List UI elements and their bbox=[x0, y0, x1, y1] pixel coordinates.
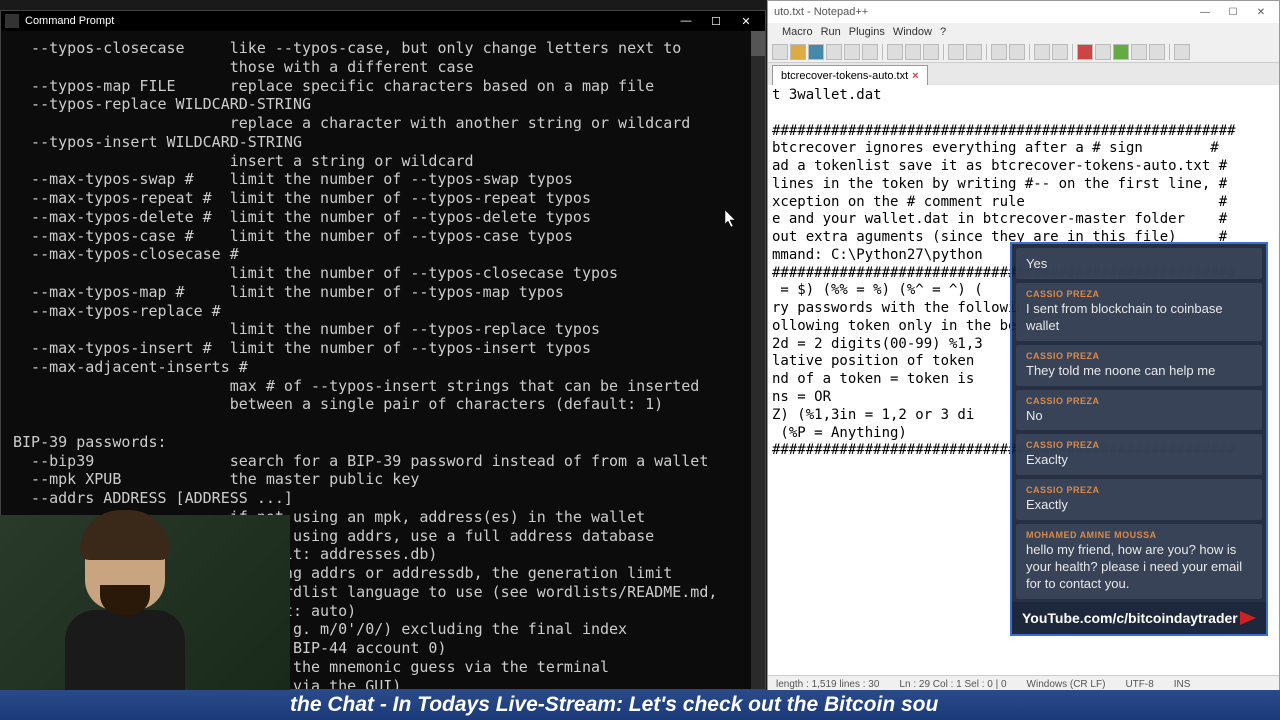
npp-title: uto.txt - Notepad++ bbox=[774, 6, 1193, 18]
chat-message: CASSIO PREZA They told me noone can help… bbox=[1016, 345, 1262, 386]
cmd-titlebar[interactable]: Command Prompt — ☐ ✕ bbox=[1, 11, 765, 31]
menu-run[interactable]: Run bbox=[821, 26, 841, 38]
close-button[interactable]: ✕ bbox=[731, 11, 761, 31]
menu-macro[interactable]: Macro bbox=[782, 26, 813, 38]
cmd-title: Command Prompt bbox=[25, 15, 671, 27]
new-file-icon[interactable] bbox=[772, 44, 788, 60]
chat-message: CASSIO PREZA Exaclty bbox=[1016, 434, 1262, 475]
npp-maximize-button[interactable]: ☐ bbox=[1221, 4, 1245, 20]
chat-message: MOHAMED AMINE MOUSSA hello my friend, ho… bbox=[1016, 524, 1262, 599]
chat-text: No bbox=[1026, 408, 1252, 425]
cmd-window-controls: — ☐ ✕ bbox=[671, 11, 761, 31]
chat-message: CASSIO PREZA Exactly bbox=[1016, 479, 1262, 520]
ticker-text: the Chat - In Todays Live-Stream: Let's … bbox=[290, 693, 938, 717]
save-all-icon[interactable] bbox=[826, 44, 842, 60]
chat-text: hello my friend, how are you? how is you… bbox=[1026, 542, 1252, 593]
tab-label: btcrecover-tokens-auto.txt bbox=[781, 70, 908, 82]
mouse-cursor-icon bbox=[725, 210, 737, 228]
status-encoding: Windows (CR LF) bbox=[1027, 679, 1106, 690]
chat-overlay: Yes CASSIO PREZA I sent from blockchain … bbox=[1010, 242, 1268, 636]
stop-macro-icon[interactable] bbox=[1095, 44, 1111, 60]
status-charset: UTF-8 bbox=[1125, 679, 1153, 690]
menu-plugins[interactable]: Plugins bbox=[849, 26, 885, 38]
status-mode: INS bbox=[1174, 679, 1191, 690]
toolbar-icon[interactable] bbox=[1174, 44, 1190, 60]
chat-author: CASSIO PREZA bbox=[1026, 440, 1252, 450]
webcam-person bbox=[60, 520, 190, 690]
chat-author: MOHAMED AMINE MOUSSA bbox=[1026, 530, 1252, 540]
maximize-button[interactable]: ☐ bbox=[701, 11, 731, 31]
find-icon[interactable] bbox=[991, 44, 1007, 60]
npp-titlebar[interactable]: uto.txt - Notepad++ — ☐ ✕ bbox=[768, 1, 1279, 23]
chat-author: CASSIO PREZA bbox=[1026, 396, 1252, 406]
minimize-button[interactable]: — bbox=[671, 11, 701, 31]
zoom-out-icon[interactable] bbox=[1052, 44, 1068, 60]
arrow-right-icon bbox=[1240, 611, 1256, 625]
chat-author: CASSIO PREZA bbox=[1026, 351, 1252, 361]
webcam-feed bbox=[0, 515, 290, 690]
undo-icon[interactable] bbox=[948, 44, 964, 60]
menu-help[interactable]: ? bbox=[940, 26, 946, 38]
close-file-icon[interactable] bbox=[844, 44, 860, 60]
cmd-scrollbar[interactable] bbox=[751, 31, 765, 689]
status-length: length : 1,519 lines : 30 bbox=[776, 679, 879, 690]
chat-message: CASSIO PREZA I sent from blockchain to c… bbox=[1016, 283, 1262, 341]
zoom-in-icon[interactable] bbox=[1034, 44, 1050, 60]
youtube-link[interactable]: YouTube.com/c/bitcoindaytrader bbox=[1022, 610, 1238, 626]
replace-icon[interactable] bbox=[1009, 44, 1025, 60]
copy-icon[interactable] bbox=[905, 44, 921, 60]
chat-text: Exaclty bbox=[1026, 452, 1252, 469]
save-macro-icon[interactable] bbox=[1149, 44, 1165, 60]
cmd-scroll-thumb[interactable] bbox=[751, 31, 765, 56]
file-tab[interactable]: btcrecover-tokens-auto.txt × bbox=[772, 65, 928, 85]
chat-author: CASSIO PREZA bbox=[1026, 485, 1252, 495]
record-macro-icon[interactable] bbox=[1077, 44, 1093, 60]
play-macro-icon[interactable] bbox=[1113, 44, 1129, 60]
chat-footer: YouTube.com/c/bitcoindaytrader bbox=[1012, 602, 1266, 634]
npp-minimize-button[interactable]: — bbox=[1193, 4, 1217, 20]
chat-text: I sent from blockchain to coinbase walle… bbox=[1026, 301, 1252, 335]
npp-close-button[interactable]: ✕ bbox=[1249, 4, 1273, 20]
npp-menubar: Macro Run Plugins Window ? bbox=[768, 23, 1279, 41]
redo-icon[interactable] bbox=[966, 44, 982, 60]
playback-icon[interactable] bbox=[1131, 44, 1147, 60]
chat-text: Exactly bbox=[1026, 497, 1252, 514]
npp-toolbar bbox=[768, 41, 1279, 63]
print-icon[interactable] bbox=[862, 44, 878, 60]
chat-text: They told me noone can help me bbox=[1026, 363, 1252, 380]
status-position: Ln : 29 Col : 1 Sel : 0 | 0 bbox=[899, 679, 1006, 690]
news-ticker: the Chat - In Todays Live-Stream: Let's … bbox=[0, 690, 1280, 720]
save-icon[interactable] bbox=[808, 44, 824, 60]
chat-message: CASSIO PREZA No bbox=[1016, 390, 1262, 431]
chat-text: Yes bbox=[1026, 256, 1252, 273]
npp-tabbar: btcrecover-tokens-auto.txt × bbox=[768, 63, 1279, 85]
open-file-icon[interactable] bbox=[790, 44, 806, 60]
chat-author: CASSIO PREZA bbox=[1026, 289, 1252, 299]
paste-icon[interactable] bbox=[923, 44, 939, 60]
tab-close-icon[interactable]: × bbox=[912, 70, 918, 82]
menu-window[interactable]: Window bbox=[893, 26, 932, 38]
cut-icon[interactable] bbox=[887, 44, 903, 60]
cmd-icon bbox=[5, 14, 19, 28]
chat-message: Yes bbox=[1016, 248, 1262, 279]
